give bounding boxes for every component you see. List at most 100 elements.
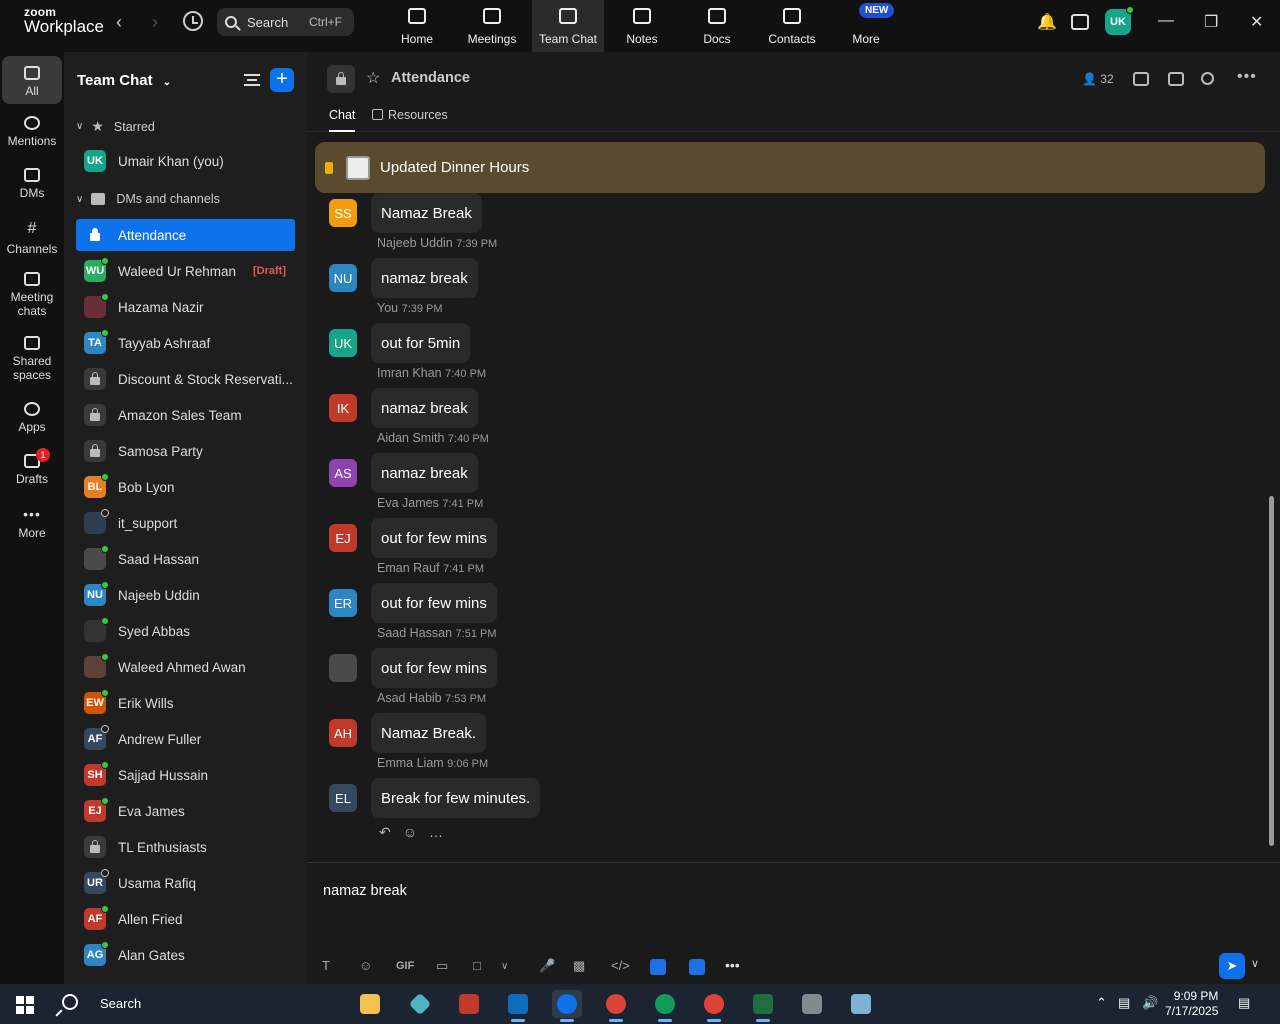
message-sender[interactable]: Asad Habib — [377, 691, 442, 705]
message-avatar[interactable]: IK — [329, 394, 357, 422]
chevron-up-icon[interactable]: ⌃ — [1096, 995, 1107, 1011]
back-arrow-icon[interactable]: ‹ — [116, 12, 122, 33]
message-bubble[interactable]: out for few mins — [371, 648, 497, 688]
calculator-icon[interactable] — [797, 990, 827, 1018]
pinned-message-banner[interactable]: Updated Dinner Hours — [315, 142, 1265, 193]
text-format-icon[interactable]: T — [322, 958, 330, 973]
rail-item-meeting-chats[interactable]: Meeting chats — [2, 272, 62, 318]
rail-item-channels[interactable]: # Channels — [2, 220, 62, 256]
message-avatar[interactable]: UK — [329, 329, 357, 357]
rail-item-shared-spaces[interactable]: Shared spaces — [2, 336, 62, 382]
message-avatar[interactable]: SS — [329, 199, 357, 227]
message-avatar[interactable]: EL — [329, 784, 357, 812]
sidebar-item[interactable]: AF Andrew Fuller — [76, 723, 295, 755]
file-explorer-icon[interactable] — [355, 990, 385, 1018]
sidebar-item[interactable]: EW Erik Wills — [76, 687, 295, 719]
minimize-icon[interactable]: — — [1158, 12, 1174, 30]
chrome-icon[interactable] — [601, 990, 631, 1022]
message-sender[interactable]: Saad Hassan — [377, 626, 452, 640]
message-sender[interactable]: Najeeb Uddin — [377, 236, 453, 250]
star-outline-icon[interactable]: ☆ — [366, 68, 380, 88]
video-camera-icon[interactable] — [1133, 72, 1149, 86]
sidebar-item[interactable]: SH Sajjad Hussain — [76, 759, 295, 791]
file-icon[interactable]: ▭ — [436, 958, 448, 974]
taskbar-clock[interactable]: 9:09 PM 7/17/2025 — [1165, 989, 1218, 1019]
tab-resources[interactable]: Resources — [372, 108, 448, 130]
message-bubble[interactable]: out for few mins — [371, 583, 497, 623]
message-sender[interactable]: Eman Rauf — [377, 561, 440, 575]
sidebar-item[interactable]: Hazama Nazir — [76, 291, 295, 323]
message-bubble[interactable]: out for 5min — [371, 323, 471, 363]
code-snippet-icon[interactable]: </> — [611, 958, 630, 973]
sidebar-item[interactable]: Samosa Party — [76, 435, 295, 467]
rail-item-mentions[interactable]: Mentions — [2, 116, 62, 148]
scrollbar-thumb[interactable] — [1269, 496, 1274, 846]
more-dots-icon[interactable]: … — [429, 824, 443, 841]
filezilla-icon[interactable] — [454, 990, 484, 1018]
tab-docs[interactable]: Docs — [681, 0, 753, 52]
emoji-icon[interactable]: ☺ — [359, 958, 372, 973]
message-bubble[interactable]: namaz break — [371, 258, 478, 298]
more-dots-icon[interactable]: ••• — [725, 957, 740, 973]
chevron-down-icon[interactable]: ∨ — [501, 961, 508, 972]
message-bubble[interactable]: Namaz Break — [371, 193, 482, 233]
tab-home[interactable]: Home — [381, 0, 453, 52]
sidebar-item[interactable]: it_support — [76, 507, 295, 539]
tab-notes[interactable]: Notes — [606, 0, 678, 52]
restore-icon[interactable]: ❐ — [1204, 12, 1218, 32]
rail-item-all[interactable]: All — [2, 56, 62, 104]
sidebar-item[interactable]: NU Najeeb Uddin — [76, 579, 295, 611]
zoom-app-icon[interactable] — [552, 990, 582, 1022]
message-bubble[interactable]: out for few mins — [371, 518, 497, 558]
excel-icon[interactable] — [748, 990, 778, 1022]
sidebar-item[interactable]: Waleed Ahmed Awan — [76, 651, 295, 683]
outlook-icon[interactable] — [503, 990, 533, 1022]
taskbar-search[interactable]: Search — [100, 996, 141, 1011]
app-icon-teal[interactable] — [405, 990, 435, 1018]
tab-chat[interactable]: Chat — [329, 108, 356, 132]
sidebar-item[interactable]: Saad Hassan — [76, 543, 295, 575]
sidebar-title[interactable]: Team Chat ⌄ — [77, 72, 171, 89]
more-dots-icon[interactable]: ••• — [1237, 68, 1257, 86]
message-sender[interactable]: Imran Khan — [377, 366, 442, 380]
app-icon[interactable] — [650, 959, 666, 975]
sidebar-item[interactable]: WU Waleed Ur Rehman [Draft] — [76, 255, 295, 287]
search-input[interactable]: Search Ctrl+F — [217, 8, 354, 36]
sidebar-item[interactable]: AF Allen Fried — [76, 903, 295, 935]
tab-contacts[interactable]: Contacts — [756, 0, 828, 52]
emoji-icon[interactable]: ☺ — [403, 824, 417, 841]
rail-item-more[interactable]: ••• More — [2, 506, 62, 540]
network-icon[interactable]: ▤ — [1118, 995, 1130, 1011]
search-icon[interactable] — [62, 994, 78, 1010]
sidebar-item[interactable]: TA Tayyab Ashraaf — [76, 327, 295, 359]
filter-icon[interactable] — [244, 74, 260, 86]
sidebar-item-umair-khan[interactable]: UK Umair Khan (you) — [76, 145, 295, 177]
dms-section-header[interactable]: ∨ DMs and channels — [76, 192, 220, 206]
forward-arrow-icon[interactable]: › — [152, 12, 158, 33]
rail-item-apps[interactable]: Apps — [2, 402, 62, 434]
calendar-icon[interactable] — [1071, 14, 1089, 30]
sidebar-item[interactable]: UR Usama Rafiq — [76, 867, 295, 899]
channel-title[interactable]: Attendance — [391, 70, 470, 86]
chrome-icon-3[interactable] — [699, 990, 729, 1022]
close-icon[interactable]: ✕ — [1250, 12, 1263, 32]
sidebar-item[interactable]: BL Bob Lyon — [76, 471, 295, 503]
sidebar-item[interactable]: EJ Eva James — [76, 795, 295, 827]
message-avatar[interactable] — [329, 654, 357, 682]
message-bubble[interactable]: namaz break — [371, 388, 478, 428]
notifications-icon[interactable]: ▤ — [1238, 995, 1250, 1011]
message-sender[interactable]: You — [377, 301, 398, 315]
avatar[interactable]: UK — [1105, 6, 1134, 35]
tab-team-chat[interactable]: Team Chat — [532, 0, 604, 52]
sidebar-item[interactable]: Syed Abbas — [76, 615, 295, 647]
message-sender[interactable]: Aidan Smith — [377, 431, 444, 445]
chevron-down-icon[interactable]: ∨ — [1251, 957, 1259, 970]
message-avatar[interactable]: EJ — [329, 524, 357, 552]
member-count[interactable]: 👤 32 — [1082, 72, 1114, 86]
sidebar-item[interactable]: TL Enthusiasts — [76, 831, 295, 863]
message-bubble[interactable]: Namaz Break. — [371, 713, 487, 753]
gif-button[interactable]: GIF — [396, 960, 414, 972]
message-bubble[interactable]: Break for few minutes. — [371, 778, 541, 818]
rail-item-drafts[interactable]: 1 Drafts — [2, 448, 62, 486]
message-avatar[interactable]: NU — [329, 264, 357, 292]
